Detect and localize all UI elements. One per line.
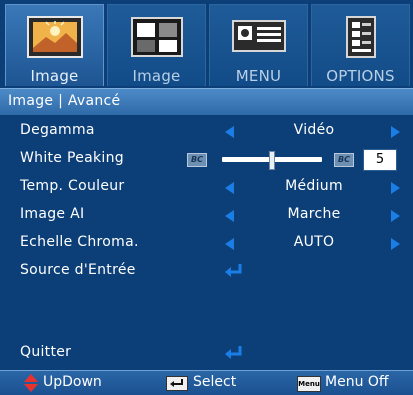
decrease-icon[interactable]: BC — [187, 153, 207, 167]
section-title: Image | Avancé — [8, 93, 121, 109]
row-temp-couleur[interactable]: Temp. Couleur Médium — [0, 174, 413, 202]
degamma-value: Vidéo — [293, 122, 335, 138]
osd-menu: Image Image MENU OPTIONS Image | Avancé … — [0, 0, 413, 395]
white-peaking-slider-thumb[interactable] — [269, 151, 275, 170]
arrow-left-icon[interactable] — [225, 126, 234, 138]
menu-body: Degamma Vidéo White Peaking BC BC 5 Temp… — [0, 115, 413, 368]
row-image-ai[interactable]: Image AI Marche — [0, 202, 413, 230]
tab-image-label: Image — [30, 67, 79, 85]
footer-select-label: Select — [193, 374, 237, 390]
image-landscape-icon — [27, 16, 83, 58]
enter-icon[interactable] — [224, 263, 244, 279]
white-peaking-label: White Peaking — [20, 150, 124, 166]
row-degamma[interactable]: Degamma Vidéo — [0, 118, 413, 146]
degamma-label: Degamma — [20, 122, 95, 138]
updown-arrows-icon — [24, 374, 38, 392]
echelle-chroma-label: Echelle Chroma. — [20, 234, 139, 250]
arrow-right-icon[interactable] — [391, 238, 400, 250]
section-header: Image | Avancé — [0, 88, 413, 115]
enter-icon[interactable] — [224, 345, 244, 361]
arrow-right-icon[interactable] — [391, 182, 400, 194]
tab-image[interactable]: Image — [5, 4, 104, 86]
arrow-left-icon[interactable] — [225, 210, 234, 222]
image-ai-label: Image AI — [20, 206, 85, 222]
options-icon — [346, 16, 376, 58]
row-echelle-chroma[interactable]: Echelle Chroma. AUTO — [0, 230, 413, 258]
white-peaking-value: 5 — [363, 149, 397, 171]
arrow-right-icon[interactable] — [391, 210, 400, 222]
temp-couleur-value: Médium — [285, 178, 343, 194]
increase-icon[interactable]: BC — [334, 153, 354, 167]
menu-key-icon: Menu — [297, 376, 321, 392]
row-white-peaking[interactable]: White Peaking BC BC 5 — [0, 146, 413, 174]
tab-options[interactable]: OPTIONS — [311, 4, 410, 86]
projector-icon — [232, 20, 286, 52]
arrow-left-icon[interactable] — [225, 238, 234, 250]
tab-image-advanced[interactable]: Image — [107, 4, 206, 86]
tab-options-label: OPTIONS — [326, 67, 395, 85]
footer-updown-label: UpDown — [43, 374, 102, 390]
source-entree-label: Source d'Entrée — [20, 262, 136, 278]
tab-bar: Image Image MENU OPTIONS — [0, 0, 413, 88]
enter-key-icon — [166, 376, 188, 391]
temp-couleur-label: Temp. Couleur — [20, 178, 125, 194]
echelle-chroma-value: AUTO — [293, 234, 335, 250]
image-ai-value: Marche — [287, 206, 341, 222]
footer-bar: UpDown Select Menu Menu Off — [0, 370, 413, 395]
arrow-left-icon[interactable] — [225, 182, 234, 194]
footer-menu-off-label: Menu Off — [325, 374, 389, 390]
row-source-entree[interactable]: Source d'Entrée — [0, 258, 413, 286]
arrow-right-icon[interactable] — [391, 126, 400, 138]
tab-image-advanced-label: Image — [132, 67, 181, 85]
image-pattern-icon — [131, 17, 183, 57]
tab-menu-label: MENU — [235, 67, 282, 85]
tab-menu[interactable]: MENU — [209, 4, 308, 86]
row-quitter[interactable]: Quitter — [0, 340, 413, 368]
quitter-label: Quitter — [20, 344, 72, 360]
